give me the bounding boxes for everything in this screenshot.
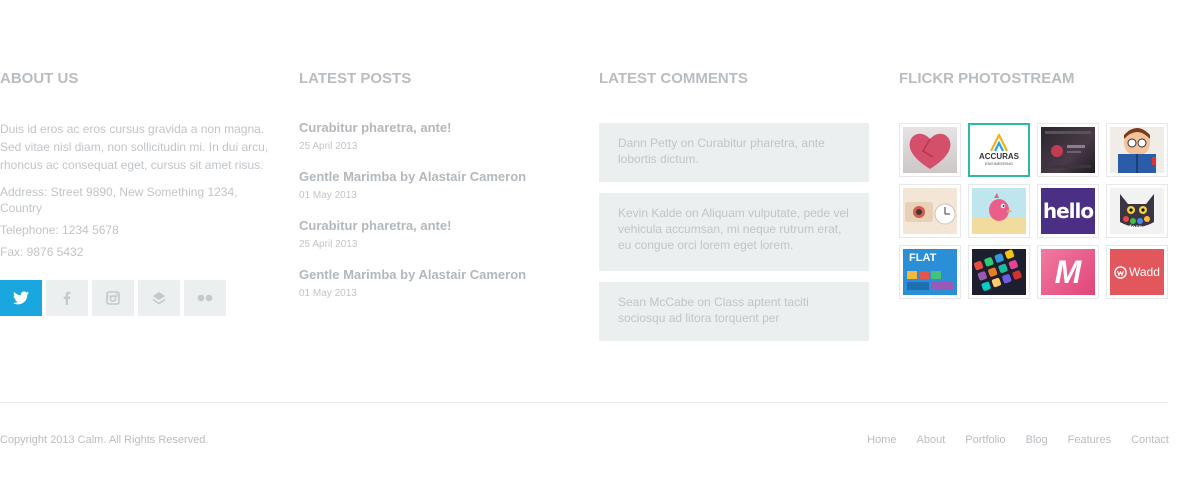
flickr-icon	[197, 294, 213, 302]
flickr-thumb-pink-bird[interactable]	[968, 184, 1030, 238]
latest-comments-column: LATEST COMMENTS Dann Petty on Curabitur …	[599, 70, 871, 341]
heart-image	[909, 133, 951, 169]
flickr-grid: ACCURAS ENGINEERING hello docs FLAT M Wa…	[899, 123, 1178, 299]
flickr-thumb-m-logo[interactable]: M	[1037, 245, 1099, 299]
footer-nav-contact[interactable]: Contact	[1131, 434, 1169, 446]
flickr-thumb-dark-site[interactable]	[1037, 123, 1099, 177]
post-title-link[interactable]: Gentle Marimba by Alastair Cameron	[299, 169, 559, 185]
about-fax: Fax: 9876 5432	[0, 245, 84, 259]
flickr-thumb-heart[interactable]	[899, 123, 961, 177]
layers-button[interactable]	[138, 280, 180, 316]
about-address: Address: Street 9890, New Something 1234…	[0, 185, 238, 215]
flickr-thumb-app-icons[interactable]	[968, 245, 1030, 299]
flickr-thumb-flat[interactable]: FLAT	[899, 245, 961, 299]
flickr-thumb-cat-docs[interactable]: docs	[1106, 184, 1168, 238]
accuras-title: ACCURAS	[979, 152, 1019, 161]
pink-bird-image	[989, 193, 1013, 221]
about-us-heading: ABOUT US	[0, 70, 79, 87]
comments-list: Dann Petty on Curabitur pharetra, ante l…	[599, 123, 871, 341]
social-buttons	[0, 280, 270, 316]
flickr-thumb-wadd[interactable]: Wadd	[1106, 245, 1168, 299]
footer-nav-about[interactable]: About	[917, 434, 946, 446]
footer-nav: Home About Portfolio Blog Features Conta…	[867, 434, 1169, 446]
flickr-column: FLICKR PHOTOSTREAM ACCURAS ENGINEERING h…	[899, 70, 1178, 299]
wadd-logo-icon	[1114, 265, 1127, 279]
book-character-image	[1118, 128, 1156, 173]
flickr-thumb-book-character[interactable]	[1106, 123, 1168, 177]
twitter-icon	[13, 291, 29, 305]
comment-item[interactable]: Kevin Kalde on Aliquam vulputate, pede v…	[599, 193, 869, 271]
footer-divider	[0, 402, 1168, 403]
footer-nav-features[interactable]: Features	[1068, 434, 1111, 446]
post-item: Gentle Marimba by Alastair Cameron 01 Ma…	[299, 267, 559, 300]
comment-item[interactable]: Sean McCabe on Class aptent taciti socio…	[599, 282, 869, 341]
hello-text: hello	[1042, 199, 1094, 223]
instagram-icon	[106, 291, 120, 305]
site-footer: ABOUT US Duis id eros ac eros cursus gra…	[0, 0, 1178, 480]
flickr-thumb-accuras[interactable]: ACCURAS ENGINEERING	[968, 123, 1030, 177]
docs-text: docs	[1128, 225, 1143, 231]
post-item: Curabitur pharetra, ante! 25 April 2013	[299, 218, 559, 251]
about-telephone: Telephone: 1234 5678	[0, 223, 119, 237]
about-us-column: ABOUT US Duis id eros ac eros cursus gra…	[0, 70, 270, 316]
facebook-icon	[63, 291, 71, 305]
post-item: Curabitur pharetra, ante! 25 April 2013	[299, 120, 559, 153]
accuras-logo-icon	[990, 134, 1008, 152]
facebook-button[interactable]	[46, 280, 88, 316]
post-date: 25 April 2013	[299, 239, 358, 250]
latest-posts-heading: LATEST POSTS	[299, 70, 412, 87]
accuras-sub: ENGINEERING	[984, 161, 1013, 166]
comment-item[interactable]: Dann Petty on Curabitur pharetra, ante l…	[599, 123, 869, 182]
wadd-text: Wadd	[1129, 265, 1160, 279]
camera-clock-image	[905, 202, 956, 225]
posts-list: Curabitur pharetra, ante! 25 April 2013 …	[299, 120, 559, 300]
copyright-text: Copyright 2013 Calm. All Rights Reserved…	[0, 434, 209, 446]
m-logo-text: M	[1054, 254, 1082, 290]
post-date: 01 May 2013	[299, 190, 357, 201]
footer-nav-blog[interactable]: Blog	[1026, 434, 1048, 446]
post-title-link[interactable]: Curabitur pharetra, ante!	[299, 120, 559, 136]
post-item: Gentle Marimba by Alastair Cameron 01 Ma…	[299, 169, 559, 202]
flickr-heading: FLICKR PHOTOSTREAM	[899, 70, 1075, 87]
app-icons-image	[974, 249, 1022, 291]
flat-text: FLAT	[909, 252, 937, 264]
post-title-link[interactable]: Gentle Marimba by Alastair Cameron	[299, 267, 559, 283]
layers-icon	[152, 291, 166, 305]
about-us-text: Duis id eros ac eros cursus gravida a no…	[0, 122, 269, 172]
footer-nav-portfolio[interactable]: Portfolio	[965, 434, 1005, 446]
flickr-thumb-camera-clock[interactable]	[899, 184, 961, 238]
latest-posts-column: LATEST POSTS Curabitur pharetra, ante! 2…	[299, 70, 559, 300]
dark-website-image	[1045, 131, 1091, 168]
footer-nav-home[interactable]: Home	[867, 434, 896, 446]
post-title-link[interactable]: Curabitur pharetra, ante!	[299, 218, 559, 234]
flickr-button[interactable]	[184, 280, 226, 316]
twitter-button[interactable]	[0, 280, 42, 316]
post-date: 01 May 2013	[299, 288, 357, 299]
post-date: 25 April 2013	[299, 141, 358, 152]
latest-comments-heading: LATEST COMMENTS	[599, 70, 748, 87]
instagram-button[interactable]	[92, 280, 134, 316]
flickr-thumb-hello[interactable]: hello	[1037, 184, 1099, 238]
